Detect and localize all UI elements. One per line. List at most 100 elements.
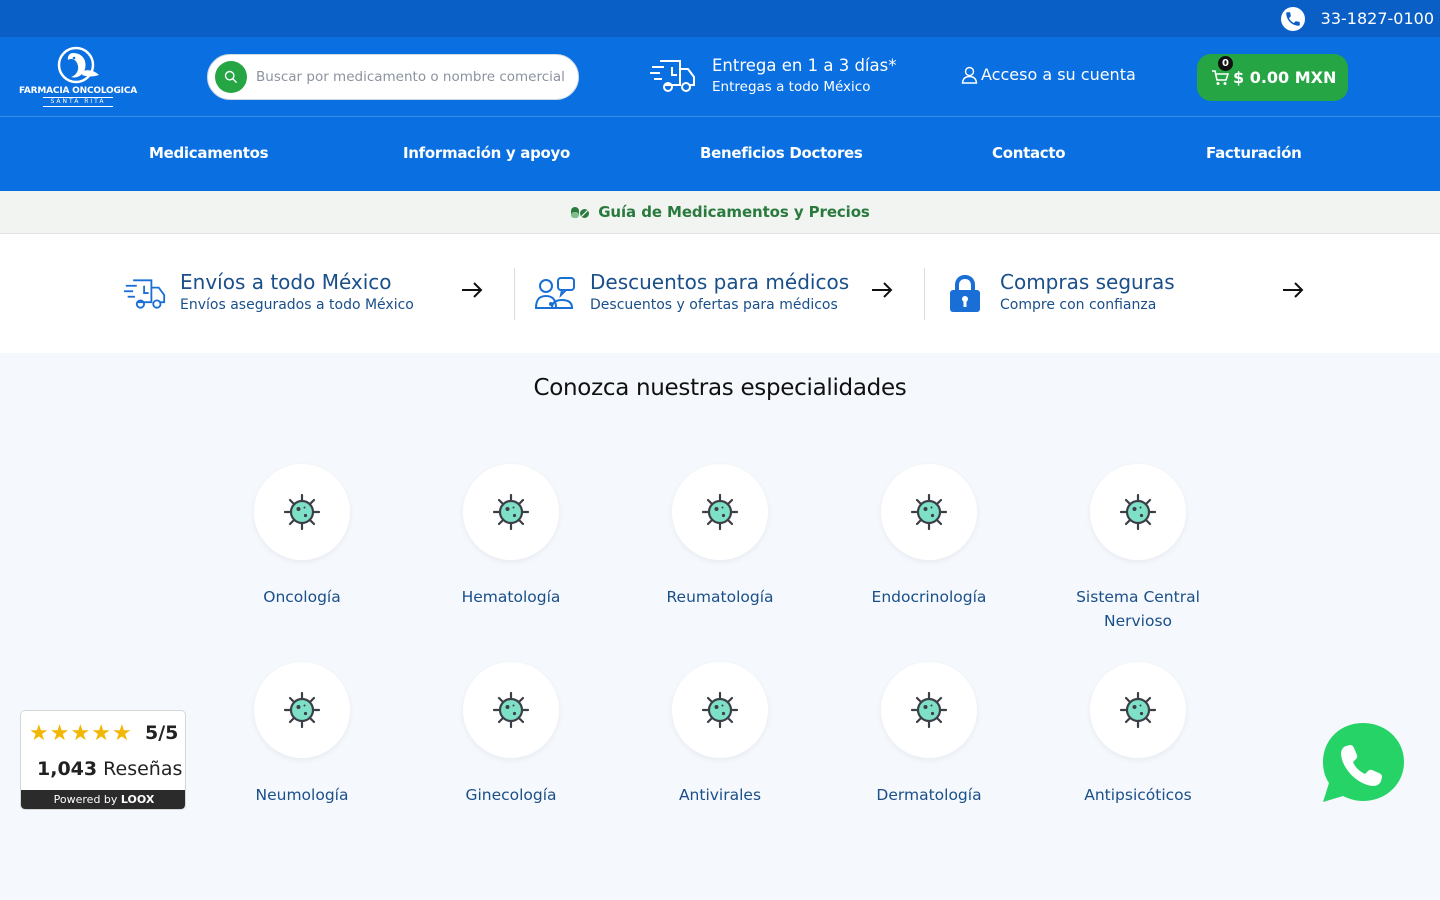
feature-subtitle: Compre con confianza: [1000, 297, 1157, 313]
specialty-antivirales[interactable]: Antivirales: [645, 662, 795, 807]
nav-item-informacion[interactable]: Información y apoyo: [403, 144, 570, 162]
divider: [514, 268, 515, 320]
logo-name: FARMACIA ONCOLOGICA: [19, 86, 137, 96]
star-icon: ★: [111, 721, 132, 746]
cart-icon: [1212, 69, 1229, 85]
virus-icon: [701, 691, 739, 729]
review-count: 1,043 Reseñas: [37, 758, 182, 780]
specialty-icon-circle: [254, 464, 350, 560]
virus-icon: [701, 493, 739, 531]
search-input[interactable]: [256, 69, 566, 85]
whatsapp-chat-button[interactable]: [1320, 721, 1406, 807]
search-button[interactable]: [215, 61, 247, 93]
whatsapp-icon: [1323, 723, 1404, 802]
powered-by-loox: Powered by LOOX: [21, 790, 185, 809]
specialty-sistema-central-nervioso[interactable]: Sistema Central Nervioso: [1063, 464, 1213, 633]
specialty-label: Reumatología: [666, 588, 774, 606]
lock-icon: [950, 274, 980, 312]
account-link[interactable]: Acceso a su cuenta: [961, 65, 1136, 84]
specialty-ginecologia[interactable]: Ginecología: [436, 662, 586, 807]
feature-secure-purchases[interactable]: Compras seguras Compre con confianza: [948, 270, 1175, 316]
star-icon: ★: [49, 721, 70, 746]
feature-title: Envíos a todo México: [180, 270, 392, 294]
arrow-right-icon[interactable]: [461, 282, 483, 298]
star-icon: ★: [70, 721, 91, 746]
specialty-label: Neumología: [255, 786, 349, 804]
cart-button[interactable]: 0 $ 0.00 MXN: [1197, 54, 1348, 101]
specialty-icon-circle: [463, 464, 559, 560]
shipping-truck-icon: [124, 279, 166, 309]
features-strip: Envíos a todo México Envíos asegurados a…: [0, 234, 1440, 353]
user-icon: [961, 66, 978, 84]
specialty-label: Oncología: [263, 588, 341, 606]
specialties-heading: Conozca nuestras especialidades: [533, 375, 907, 401]
rating-score: 5/5: [145, 722, 179, 744]
review-count-label: Reseñas: [103, 758, 183, 780]
specialty-hematologia[interactable]: Hematología: [436, 464, 586, 609]
specialty-label: Ginecología: [465, 786, 557, 804]
specialty-endocrinologia[interactable]: Endocrinología: [854, 464, 1004, 609]
specialty-reumatologia[interactable]: Reumatología: [645, 464, 795, 609]
doctors-icon: [534, 277, 575, 309]
divider: [924, 268, 925, 320]
specialty-label: Dermatología: [876, 786, 982, 804]
specialty-icon-circle: [881, 662, 977, 758]
specialty-label: Sistema Central Nervioso: [1076, 588, 1200, 630]
cart-count-badge: 0: [1218, 56, 1233, 71]
specialty-label: Antipsicóticos: [1084, 786, 1192, 804]
virus-icon: [1119, 493, 1157, 531]
logo-subtitle: SANTA RITA: [42, 97, 114, 107]
top-bar: 33-1827-0100: [0, 0, 1440, 37]
account-label: Acceso a su cuenta: [981, 65, 1136, 84]
specialty-icon-circle: [1090, 662, 1186, 758]
specialty-icon-circle: [881, 464, 977, 560]
specialty-label: Hematología: [461, 588, 561, 606]
pelican-logo-icon: [57, 46, 99, 84]
virus-icon: [492, 493, 530, 531]
virus-icon: [283, 691, 321, 729]
nav-item-contacto[interactable]: Contacto: [992, 144, 1066, 162]
specialty-label: Antivirales: [678, 786, 762, 804]
specialty-antipsicoticos[interactable]: Antipsicóticos: [1063, 662, 1213, 807]
cart-total: $ 0.00 MXN: [1233, 68, 1337, 87]
logo[interactable]: FARMACIA ONCOLOGICA SANTA RITA: [19, 45, 137, 109]
reviews-widget[interactable]: ★ ★ ★ ★ ★ 5/5 1,043 Reseñas Powered by L…: [20, 710, 186, 810]
specialty-icon-circle: [672, 464, 768, 560]
virus-icon: [910, 493, 948, 531]
review-count-number: 1,043: [37, 758, 98, 780]
search-bar: [207, 54, 579, 100]
feature-doctor-discounts[interactable]: Descuentos para médicos Descuentos y ofe…: [534, 270, 849, 316]
feature-title: Descuentos para médicos: [590, 270, 850, 294]
header: FARMACIA ONCOLOGICA SANTA RITA Entrega e…: [0, 37, 1440, 117]
specialty-neumologia[interactable]: Neumología: [227, 662, 377, 807]
specialty-oncologia[interactable]: Oncología: [227, 464, 377, 609]
rating-stars: ★ ★ ★ ★ ★: [29, 721, 133, 746]
delivery-subtitle: Entregas a todo México: [712, 79, 871, 95]
pills-icon: [571, 207, 590, 218]
specialty-icon-circle: [1090, 464, 1186, 560]
feature-subtitle: Descuentos y ofertas para médicos: [590, 297, 838, 313]
virus-icon: [910, 691, 948, 729]
loox-brand: LOOX: [120, 793, 155, 806]
star-icon: ★: [91, 721, 111, 746]
search-icon: [224, 70, 237, 83]
arrow-right-icon[interactable]: [871, 282, 893, 298]
feature-shipping[interactable]: Envíos a todo México Envíos asegurados a…: [124, 270, 414, 316]
virus-icon: [283, 493, 321, 531]
powered-by-text: Powered by: [53, 793, 118, 806]
nav-item-beneficios[interactable]: Beneficios Doctores: [700, 144, 863, 162]
whatsapp-icon[interactable]: [1280, 6, 1305, 31]
feature-subtitle: Envíos asegurados a todo México: [180, 297, 414, 313]
nav-item-medicamentos[interactable]: Medicamentos: [149, 144, 269, 162]
specialty-dermatologia[interactable]: Dermatología: [854, 662, 1004, 807]
delivery-info: Entrega en 1 a 3 días* Entregas a todo M…: [650, 55, 896, 97]
virus-icon: [492, 691, 530, 729]
delivery-truck-icon: [650, 60, 695, 92]
virus-icon: [1119, 691, 1157, 729]
nav-item-facturacion[interactable]: Facturación: [1206, 144, 1302, 162]
guide-banner[interactable]: Guía de Medicamentos y Precios: [0, 191, 1440, 234]
phone-number[interactable]: 33-1827-0100: [1321, 9, 1434, 28]
guide-label: Guía de Medicamentos y Precios: [598, 203, 870, 221]
arrow-right-icon[interactable]: [1282, 282, 1304, 298]
specialty-icon-circle: [463, 662, 559, 758]
